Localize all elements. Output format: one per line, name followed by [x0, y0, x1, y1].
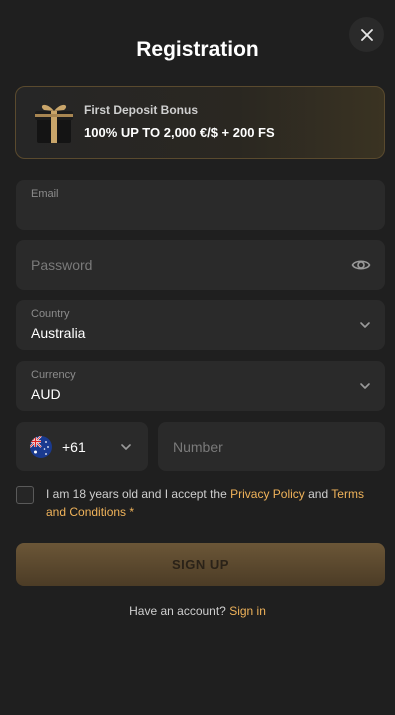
- bonus-value: 100% UP TO 2,000 €/$ + 200 FS: [84, 125, 275, 140]
- password-placeholder: Password: [31, 257, 93, 273]
- chevron-down-icon: [121, 444, 131, 450]
- country-value: Australia: [31, 325, 86, 341]
- email-label: Email: [31, 188, 59, 200]
- country-select[interactable]: Country Australia: [16, 300, 385, 350]
- currency-label: Currency: [31, 369, 76, 381]
- email-input[interactable]: [30, 204, 370, 224]
- bonus-title: First Deposit Bonus: [84, 103, 199, 117]
- terms-text: I am 18 years old and I accept the Priva…: [46, 485, 381, 521]
- gift-icon: [35, 104, 73, 143]
- terms-and: and: [304, 487, 332, 501]
- email-field[interactable]: Email: [16, 180, 385, 230]
- signup-button[interactable]: SIGN UP: [16, 543, 385, 586]
- eye-icon[interactable]: [351, 255, 371, 275]
- required-mark: *: [129, 505, 135, 519]
- have-account-text: Have an account?: [129, 604, 226, 618]
- country-label: Country: [31, 308, 70, 320]
- phone-code-select[interactable]: +61: [16, 422, 148, 471]
- terms-intro: I am 18 years old and I accept the: [46, 487, 231, 501]
- chevron-down-icon: [360, 322, 370, 328]
- terms-checkbox[interactable]: [16, 486, 34, 504]
- australia-flag-icon: [30, 436, 52, 458]
- page-title: Registration: [136, 38, 259, 61]
- phone-code-value: +61: [62, 439, 86, 455]
- currency-select[interactable]: Currency AUD: [16, 361, 385, 411]
- bonus-banner: First Deposit Bonus 100% UP TO 2,000 €/$…: [15, 86, 385, 159]
- phone-number-field[interactable]: Number: [158, 422, 385, 471]
- currency-value: AUD: [31, 386, 61, 402]
- password-field[interactable]: Password: [16, 240, 385, 290]
- chevron-down-icon: [360, 383, 370, 389]
- privacy-policy-link[interactable]: Privacy Policy: [230, 487, 305, 501]
- registration-modal: Registration First Deposit Bonus 100% UP…: [0, 0, 395, 715]
- signin-link[interactable]: Sign in: [229, 604, 266, 618]
- signin-row: Have an account? Sign in: [0, 604, 395, 618]
- phone-number-placeholder: Number: [173, 439, 223, 455]
